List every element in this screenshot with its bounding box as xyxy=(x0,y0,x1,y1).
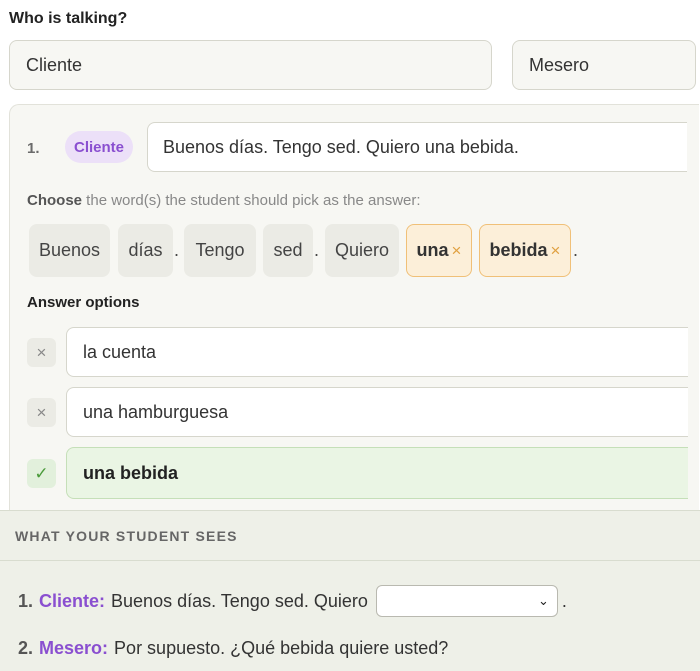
selected-word-token[interactable]: una × xyxy=(406,224,472,277)
punctuation: . xyxy=(573,240,579,260)
answer-option-input[interactable]: la cuenta xyxy=(66,327,688,377)
preview-line: 2. Mesero: Por supuesto. ¿Qué bebida qui… xyxy=(18,638,448,659)
token-text: una xyxy=(416,240,449,260)
preview-punctuation: . xyxy=(561,590,567,611)
preview-line: 1. Cliente: Buenos días. Tengo sed. Quie… xyxy=(18,585,567,617)
word-token[interactable]: sed xyxy=(263,224,313,277)
punctuation: . xyxy=(174,240,180,260)
choose-instructions: Choose the word(s) the student should pi… xyxy=(27,192,421,209)
preview-line-text: Por supuesto. ¿Qué bebida quiere usted? xyxy=(114,638,449,658)
selected-word-token[interactable]: bebida × xyxy=(479,224,571,277)
speaker-toggle-badge[interactable]: Cliente xyxy=(65,131,133,163)
close-icon[interactable]: × xyxy=(27,338,56,367)
correct-answer-input[interactable]: una bebida xyxy=(66,447,688,499)
chevron-down-icon: ⌄ xyxy=(537,593,549,608)
check-icon[interactable]: ✓ xyxy=(27,459,56,488)
speaker-1-input[interactable]: Cliente xyxy=(9,40,492,90)
word-token[interactable]: Tengo xyxy=(184,224,256,277)
preview-heading: WHAT YOUR STUDENT SEES xyxy=(0,511,700,561)
student-preview-panel: WHAT YOUR STUDENT SEES 1. Cliente: Bueno… xyxy=(0,510,700,671)
answer-options-heading: Answer options xyxy=(27,294,140,311)
word-token[interactable]: Buenos xyxy=(29,224,110,277)
preview-line-number: 1. xyxy=(18,590,34,611)
preview-line-number: 2. xyxy=(18,638,34,658)
line-number: 1. xyxy=(27,140,40,157)
punctuation: . xyxy=(314,240,320,260)
choose-rest: the word(s) the student should pick as t… xyxy=(82,192,421,209)
word-token[interactable]: días xyxy=(118,224,173,277)
answer-option-input[interactable]: una hamburguesa xyxy=(66,387,688,437)
answer-select-dropdown[interactable]: ⌄ xyxy=(375,585,558,617)
preview-line-text: Buenos días. Tengo sed. Quiero xyxy=(111,590,368,611)
preview-speaker: Cliente: xyxy=(39,590,106,611)
who-is-talking-heading: Who is talking? xyxy=(9,10,128,27)
token-text: bebida xyxy=(489,240,548,260)
preview-speaker: Mesero: xyxy=(39,638,109,658)
choose-bold: Choose xyxy=(27,192,83,209)
remove-icon[interactable]: × xyxy=(452,241,462,261)
line-text-input[interactable]: Buenos días. Tengo sed. Quiero una bebid… xyxy=(147,122,687,172)
close-icon[interactable]: × xyxy=(27,398,56,427)
speaker-2-input[interactable]: Mesero xyxy=(512,40,696,90)
remove-icon[interactable]: × xyxy=(551,241,561,261)
word-token[interactable]: Quiero xyxy=(325,224,399,277)
